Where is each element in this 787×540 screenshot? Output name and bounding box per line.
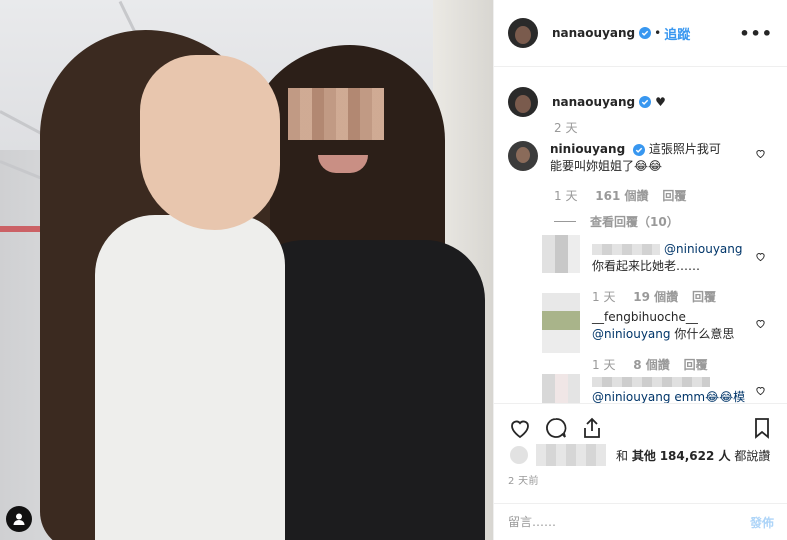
likes-others[interactable]: 其他 bbox=[632, 449, 656, 463]
blurred-username bbox=[592, 377, 710, 387]
comment-username[interactable]: niniouyang bbox=[550, 142, 625, 156]
reply-meta: 1 天 19 個讚 回覆 bbox=[592, 288, 716, 305]
photo-blurred-face bbox=[288, 88, 384, 140]
reply: @niniouyang emm😂😂模 bbox=[592, 377, 772, 403]
bookmark-icon[interactable] bbox=[750, 416, 774, 440]
reply-text: 你什么意思 bbox=[674, 327, 735, 341]
comments-list[interactable]: nanaouyang ♥ 2 天 niniouyang 這張照片我可能要叫妳姐姐… bbox=[494, 67, 787, 403]
photo-person-left-face bbox=[140, 55, 280, 230]
reply-like-heart-icon[interactable] bbox=[755, 251, 766, 262]
liker-avatar[interactable] bbox=[508, 444, 530, 466]
reply: __fengbihuoche__ @niniouyang 你什么意思 bbox=[592, 309, 772, 343]
follow-button[interactable]: 追蹤 bbox=[664, 24, 690, 43]
reply: @niniouyang 你看起来比她老…… bbox=[592, 241, 772, 275]
caption-username[interactable]: nanaouyang bbox=[552, 95, 635, 109]
comment: niniouyang 這張照片我可能要叫妳姐姐了😂😂 bbox=[508, 141, 774, 175]
reply-age: 1 天 bbox=[592, 290, 616, 304]
add-comment-bar: 發佈 bbox=[494, 503, 787, 540]
comment-body: niniouyang 這張照片我可能要叫妳姐姐了😂😂 bbox=[550, 141, 730, 175]
more-options-icon[interactable]: ••• bbox=[739, 24, 773, 43]
likes-summary: 和 其他 184,622 人 都說讚 bbox=[508, 444, 770, 466]
photo-person-left-shirt bbox=[95, 215, 285, 540]
reply-like-heart-icon[interactable] bbox=[755, 385, 766, 396]
post-time[interactable]: 2 天前 bbox=[508, 472, 539, 487]
comment-age: 1 天 bbox=[554, 189, 578, 203]
verified-badge-icon bbox=[639, 27, 652, 39]
caption-text: nanaouyang ♥ bbox=[552, 95, 666, 109]
verified-badge-icon bbox=[632, 143, 645, 156]
reply-avatar[interactable] bbox=[542, 293, 580, 353]
post-photo[interactable] bbox=[0, 0, 493, 540]
comment-icon[interactable] bbox=[544, 416, 568, 440]
view-replies-line bbox=[554, 221, 576, 222]
view-replies-label[interactable]: 查看回覆（10） bbox=[590, 213, 679, 230]
comment-input[interactable] bbox=[508, 515, 728, 529]
header-dot-separator: • bbox=[654, 26, 662, 40]
reply-username[interactable]: __fengbihuoche__ bbox=[592, 310, 698, 324]
share-icon[interactable] bbox=[580, 416, 604, 440]
author-username[interactable]: nanaouyang bbox=[552, 26, 635, 40]
comment-like-heart-icon[interactable] bbox=[755, 148, 766, 159]
likes-and: 和 bbox=[616, 448, 629, 463]
heart-icon[interactable] bbox=[508, 416, 532, 440]
likes-text: 和 其他 184,622 人 都說讚 bbox=[616, 447, 770, 464]
verified-badge-icon bbox=[639, 96, 652, 108]
post-actions: 和 其他 184,622 人 都說讚 2 天前 bbox=[494, 403, 787, 503]
reply-avatar[interactable] bbox=[542, 235, 580, 273]
author-avatar[interactable] bbox=[508, 18, 538, 48]
caption-age: 2 天 bbox=[554, 121, 578, 135]
reply-reply-button[interactable]: 回覆 bbox=[684, 358, 708, 372]
reply-partial-text: @niniouyang emm😂😂模 bbox=[592, 390, 746, 403]
user-tag-icon[interactable] bbox=[6, 506, 32, 532]
comment-meta: 1 天 161 個讚 回覆 bbox=[554, 187, 686, 204]
reply-likes[interactable]: 8 個讚 bbox=[633, 358, 670, 372]
post-comment-button[interactable]: 發佈 bbox=[750, 514, 774, 531]
comment-avatar[interactable] bbox=[508, 141, 538, 171]
caption: nanaouyang ♥ bbox=[508, 87, 774, 117]
reply-avatar[interactable] bbox=[542, 374, 580, 403]
reply-reply-button[interactable]: 回覆 bbox=[692, 290, 716, 304]
reply-like-heart-icon[interactable] bbox=[755, 318, 766, 329]
reply-mention[interactable]: @niniouyang bbox=[664, 242, 743, 256]
comment-likes[interactable]: 161 個讚 bbox=[595, 189, 648, 203]
caption-avatar[interactable] bbox=[508, 87, 538, 117]
likes-suffix: 都說讚 bbox=[734, 448, 771, 463]
post-header: nanaouyang • 追蹤 ••• bbox=[494, 0, 787, 67]
reply-age: 1 天 bbox=[592, 358, 616, 372]
reply-text: 你看起来比她老…… bbox=[592, 259, 701, 273]
comment-reply-button[interactable]: 回覆 bbox=[662, 189, 686, 203]
reply-likes[interactable]: 19 個讚 bbox=[633, 290, 678, 304]
blurred-liker-name bbox=[536, 444, 606, 466]
likes-count[interactable]: 184,622 人 bbox=[660, 449, 731, 463]
blurred-username bbox=[592, 244, 660, 255]
reply-mention[interactable]: @niniouyang bbox=[592, 327, 671, 341]
caption-body: ♥ bbox=[655, 95, 666, 109]
post-sidebar: nanaouyang • 追蹤 ••• nanaouyang ♥ 2 天 nin… bbox=[493, 0, 787, 540]
view-replies-toggle[interactable]: 查看回覆（10） bbox=[554, 213, 679, 230]
reply-meta: 1 天 8 個讚 回覆 bbox=[592, 356, 708, 373]
